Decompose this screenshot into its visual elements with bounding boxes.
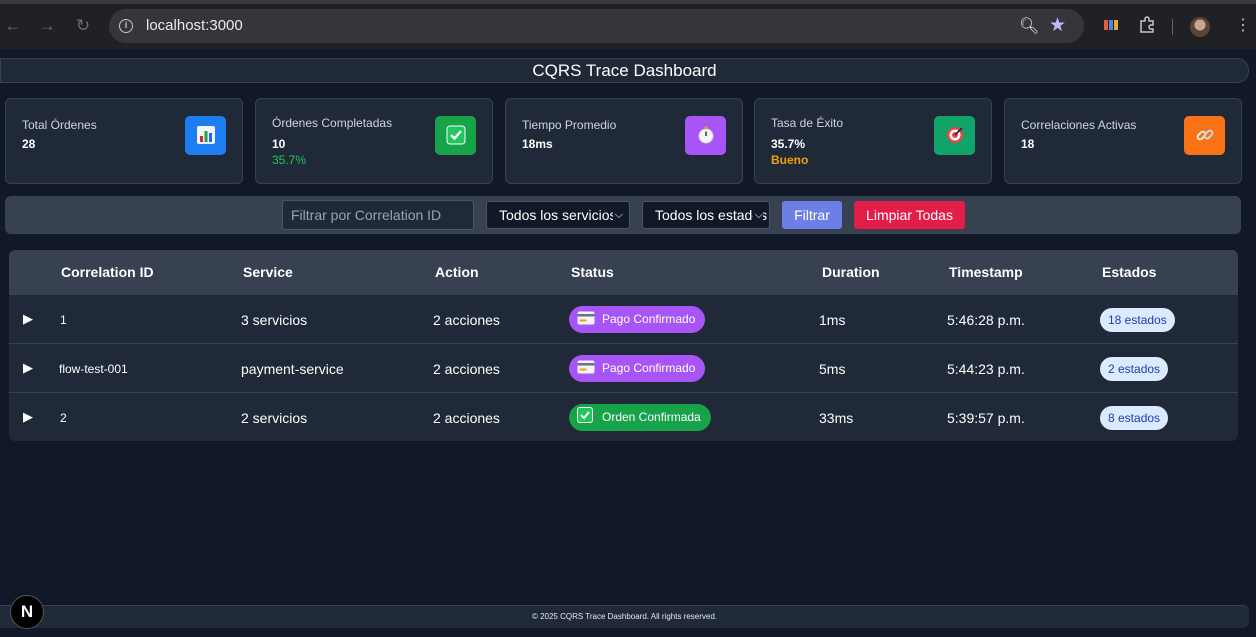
traces-table: Correlation ID Service Action Status Dur… [9,250,1238,441]
stat-label: Correlaciones Activas [1021,118,1137,132]
status-badge: Pago Confirmado [569,355,706,382]
app-header: CQRS Trace Dashboard [0,58,1249,83]
bar-chart-icon [185,116,226,155]
filter-bar: Filtrar por Correlation ID Todos los ser… [5,196,1241,234]
stat-value: 35.7% [771,137,806,151]
profile-avatar[interactable] [1190,17,1210,37]
service-cell: 3 servicios [241,312,308,328]
status-label: Pago Confirmado [602,312,696,326]
forward-button[interactable]: → [37,16,57,36]
credit-card-icon [577,308,595,325]
stat-value: 18 [1021,137,1035,151]
stopwatch-icon [685,116,726,155]
estados-badge[interactable]: 2 estados [1100,357,1169,381]
link-icon [1184,116,1225,155]
check-mark-icon [577,406,595,423]
status-label: Pago Confirmado [602,361,696,375]
address-bar[interactable]: i localhost:3000 🔍︎ ★ [109,9,1084,43]
browser-toolbar: ← → ↻ i localhost:3000 🔍︎ ★ ⋮ [0,0,1256,49]
toolbar-divider [1172,19,1173,35]
expand-row-icon[interactable]: ▶ [23,409,33,425]
timestamp-cell: 5:46:28 p.m. [947,312,1025,328]
credit-card-icon [577,357,595,374]
check-mark-icon [435,116,476,155]
duration-cell: 1ms [819,312,846,328]
service-filter-select[interactable]: Todos los servicios ⌵ [486,201,630,229]
status-filter-select[interactable]: Todos los estados ⌵ [642,201,770,229]
correlation-id-cell: flow-test-001 [59,362,128,376]
timestamp-cell: 5:39:57 p.m. [947,410,1025,426]
stat-value: 18ms [522,137,553,151]
stat-label: Tiempo Promedio [522,118,617,132]
correlation-id-cell: 1 [60,313,67,327]
chevron-down-icon: ⌵ [752,202,763,228]
status-label: Orden Confirmada [602,410,701,424]
column-header: Timestamp [949,264,1023,280]
service-cell: 2 servicios [241,410,308,426]
bookmark-star-icon[interactable]: ★ [1049,14,1066,37]
action-cell: 2 acciones [433,410,500,426]
table-header: Correlation ID Service Action Status Dur… [9,250,1238,294]
stat-card-active-correlations: Correlaciones Activas 18 [1004,98,1242,184]
correlation-id-cell: 2 [60,411,67,425]
nextjs-dev-badge[interactable]: N [10,595,44,629]
menu-kebab-icon[interactable]: ⋮ [1235,16,1251,36]
action-cell: 2 acciones [433,312,500,328]
column-header: Estados [1102,264,1157,280]
estados-badge[interactable]: 18 estados [1100,308,1175,332]
extension-icon[interactable] [1102,16,1120,34]
url-text[interactable]: localhost:3000 [146,17,243,34]
duration-cell: 5ms [819,361,846,377]
column-header: Action [435,264,479,280]
correlation-id-filter-input[interactable]: Filtrar por Correlation ID [282,200,474,230]
table-row[interactable]: ▶ flow-test-001 payment-service 2 accion… [9,343,1238,392]
table-row[interactable]: ▶ 2 2 servicios 2 acciones Orden Confirm… [9,392,1238,441]
page-title: CQRS Trace Dashboard [532,61,717,80]
zoom-icon[interactable]: 🔍︎ [1019,16,1039,36]
stat-value: 28 [22,137,36,151]
service-cell: payment-service [241,361,344,377]
expand-row-icon[interactable]: ▶ [23,311,33,327]
stat-card-avg-time: Tiempo Promedio 18ms [505,98,743,184]
stat-card-success-rate: Tasa de Éxito 35.7% Bueno [754,98,992,184]
stat-card-completed-orders: Órdenes Completadas 10 35.7% [255,98,493,184]
estados-badge[interactable]: 8 estados [1100,406,1169,430]
reload-button[interactable]: ↻ [73,16,93,36]
chevron-down-icon: ⌵ [612,202,623,228]
status-badge: Orden Confirmada [569,404,711,431]
column-header: Status [571,264,614,280]
footer-text: © 2025 CQRS Trace Dashboard. All rights … [531,612,718,621]
table-row[interactable]: ▶ 1 3 servicios 2 acciones Pago Confirma… [9,294,1238,343]
status-badge: Pago Confirmado [569,306,706,333]
target-icon [934,116,975,155]
stat-sub: Bueno [771,153,809,167]
duration-cell: 33ms [819,410,854,426]
expand-row-icon[interactable]: ▶ [23,360,33,376]
stat-value: 10 [272,137,286,151]
timestamp-cell: 5:44:23 p.m. [947,361,1025,377]
stat-card-total-orders: Total Órdenes 28 [5,98,243,184]
column-header: Duration [822,264,880,280]
action-cell: 2 acciones [433,361,500,377]
site-info-icon[interactable]: i [119,19,133,33]
filter-button[interactable]: Filtrar [782,201,842,229]
page-footer: © 2025 CQRS Trace Dashboard. All rights … [0,605,1249,628]
stat-label: Total Órdenes [22,118,97,132]
back-button[interactable]: ← [3,16,23,36]
stat-label: Órdenes Completadas [272,116,393,130]
stat-label: Tasa de Éxito [771,116,844,130]
column-header: Correlation ID [61,264,154,280]
column-header: Service [243,264,293,280]
status-filter-value: Todos los estados [655,207,768,223]
clear-all-button[interactable]: Limpiar Todas [854,201,965,229]
stat-sub: 35.7% [272,153,307,167]
extensions-puzzle-icon[interactable] [1138,16,1156,34]
service-filter-value: Todos los servicios [499,207,617,223]
